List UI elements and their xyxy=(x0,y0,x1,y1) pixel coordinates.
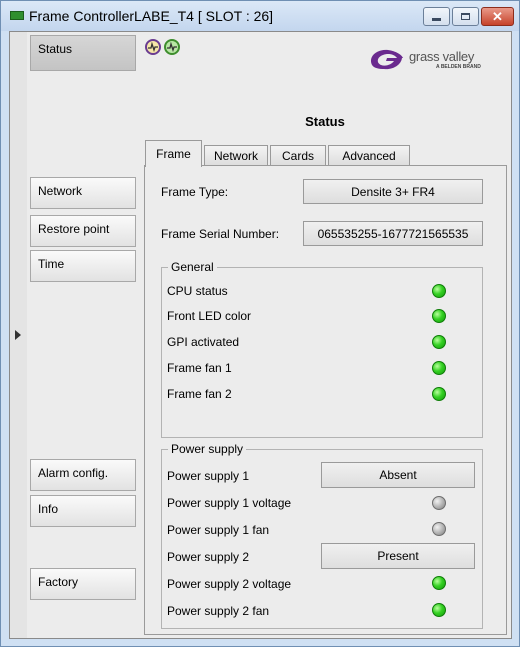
power-supply-2-fan-led-icon xyxy=(432,603,446,617)
cpu-status-led-icon xyxy=(432,284,446,298)
close-icon: ✕ xyxy=(492,8,503,24)
app-icon xyxy=(10,11,24,20)
collapse-strip[interactable] xyxy=(10,32,28,638)
expand-arrow-icon[interactable] xyxy=(15,330,21,340)
nav-item-restore-point[interactable]: Restore point xyxy=(30,215,136,247)
power-supply-2-voltage-led-icon xyxy=(432,576,446,590)
nav-sidebar: Status Network Restore point Time Alarm … xyxy=(27,32,139,638)
page-title: Status xyxy=(305,114,345,129)
logo-mark-icon xyxy=(370,49,403,70)
client-area: Status Network Restore point Time Alarm … xyxy=(9,31,512,639)
tab-frame[interactable]: Frame xyxy=(145,140,202,167)
minimize-button[interactable] xyxy=(423,7,450,26)
frame-type-value: Densite 3+ FR4 xyxy=(303,179,483,204)
frame-type-label: Frame Type: xyxy=(161,185,229,199)
status-icon-purple xyxy=(145,39,161,55)
grass-valley-logo: grass valley A BELDEN BRAND xyxy=(366,47,505,73)
power-supply-1-label: Power supply 1 xyxy=(167,469,250,483)
close-button[interactable]: ✕ xyxy=(481,7,514,26)
logo-text: grass valley xyxy=(409,49,475,64)
power-supply-1-voltage-led-icon xyxy=(432,496,446,510)
status-icon-green xyxy=(164,39,180,55)
power-supply-1-value: Absent xyxy=(321,462,475,488)
nav-item-info[interactable]: Info xyxy=(30,495,136,527)
nav-item-time[interactable]: Time xyxy=(30,250,136,282)
tab-network[interactable]: Network xyxy=(204,145,268,166)
title-bar[interactable]: Frame ControllerLABE_T4 [ SLOT : 26] ✕ xyxy=(1,1,519,31)
power-supply-2-value: Present xyxy=(321,543,475,569)
nav-item-factory[interactable]: Factory xyxy=(30,568,136,600)
minimize-icon xyxy=(432,18,441,21)
maximize-icon xyxy=(461,13,470,20)
nav-item-network[interactable]: Network xyxy=(30,177,136,209)
power-supply-legend: Power supply xyxy=(171,442,244,456)
general-legend: General xyxy=(171,260,214,274)
front-led-color-label: Front LED color xyxy=(167,309,252,323)
app-window: Frame ControllerLABE_T4 [ SLOT : 26] ✕ S… xyxy=(0,0,520,647)
tab-advanced[interactable]: Advanced xyxy=(328,145,410,166)
window-title: Frame ControllerLABE_T4 [ SLOT : 26] xyxy=(29,8,274,24)
nav-item-status[interactable]: Status xyxy=(30,35,136,71)
front-led-color-led-icon xyxy=(432,309,446,323)
frame-serial-value: 065535255-1677721565535 xyxy=(303,221,483,246)
tab-cards[interactable]: Cards xyxy=(270,145,326,166)
power-supply-2-label: Power supply 2 xyxy=(167,550,250,564)
frame-fan-1-led-icon xyxy=(432,361,446,375)
main-content: grass valley A BELDEN BRAND Status Frame… xyxy=(139,32,511,638)
frame-fan-1-label: Frame fan 1 xyxy=(167,361,232,375)
frame-fan-2-label: Frame fan 2 xyxy=(167,387,232,401)
power-supply-1-voltage-label: Power supply 1 voltage xyxy=(167,496,292,510)
gpi-activated-led-icon xyxy=(432,335,446,349)
power-supply-1-fan-led-icon xyxy=(432,522,446,536)
nav-item-alarm-config[interactable]: Alarm config. xyxy=(30,459,136,491)
maximize-button[interactable] xyxy=(452,7,479,26)
power-supply-1-fan-label: Power supply 1 fan xyxy=(167,523,270,537)
power-supply-2-voltage-label: Power supply 2 voltage xyxy=(167,577,292,591)
logo-subtext: A BELDEN BRAND xyxy=(436,64,481,70)
frame-tab-panel: Frame Type: Densite 3+ FR4 Frame Serial … xyxy=(144,165,507,635)
gpi-activated-label: GPI activated xyxy=(167,335,240,349)
frame-fan-2-led-icon xyxy=(432,387,446,401)
cpu-status-label: CPU status xyxy=(167,284,228,298)
frame-serial-label: Frame Serial Number: xyxy=(161,227,280,241)
power-supply-2-fan-label: Power supply 2 fan xyxy=(167,604,270,618)
